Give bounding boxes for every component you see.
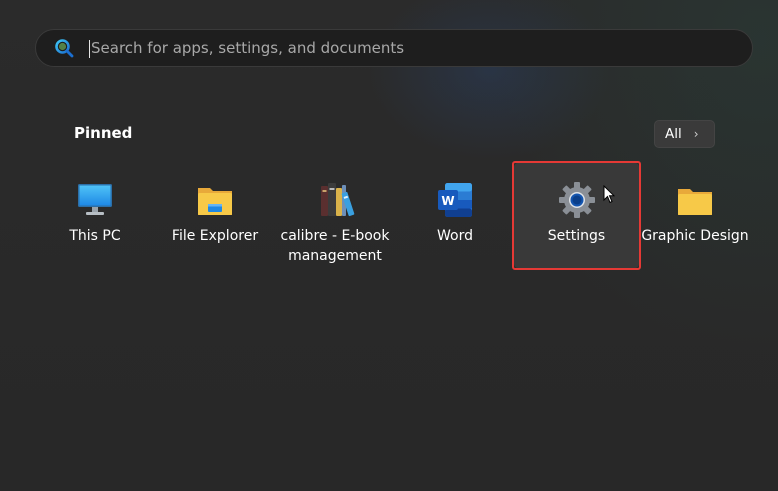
svg-text:W: W <box>441 194 454 208</box>
pinned-section-title: Pinned <box>74 124 133 142</box>
search-icon <box>55 39 74 58</box>
gear-icon <box>558 182 595 218</box>
pinned-app-graphic-design[interactable]: Graphic Design <box>633 164 757 268</box>
pinned-app-word[interactable]: W Word <box>393 164 517 268</box>
app-label: Settings <box>547 228 606 244</box>
pinned-app-settings[interactable]: Settings <box>514 163 639 268</box>
folder-icon <box>198 188 232 215</box>
books-icon <box>321 183 355 217</box>
all-apps-button[interactable]: All › <box>654 120 715 148</box>
pinned-app-file-explorer[interactable]: File Explorer <box>153 164 277 268</box>
search-bar[interactable] <box>35 29 753 67</box>
word-icon: W <box>438 183 472 217</box>
app-label: Word <box>437 228 473 244</box>
mouse-pointer-icon <box>603 185 615 204</box>
app-label: calibre - E-book management <box>280 228 390 264</box>
search-input[interactable] <box>91 30 731 66</box>
text-caret <box>89 40 90 58</box>
chevron-right-icon: › <box>693 127 699 141</box>
pinned-app-this-pc[interactable]: This PC <box>33 164 157 268</box>
all-apps-label: All <box>665 126 682 142</box>
app-label: This PC <box>69 228 121 244</box>
app-label: File Explorer <box>171 228 259 244</box>
pinned-app-calibre[interactable]: calibre - E-book management <box>273 164 397 268</box>
monitor-icon <box>78 184 112 215</box>
folder-icon <box>678 189 712 215</box>
app-label: Graphic Design <box>641 228 749 244</box>
